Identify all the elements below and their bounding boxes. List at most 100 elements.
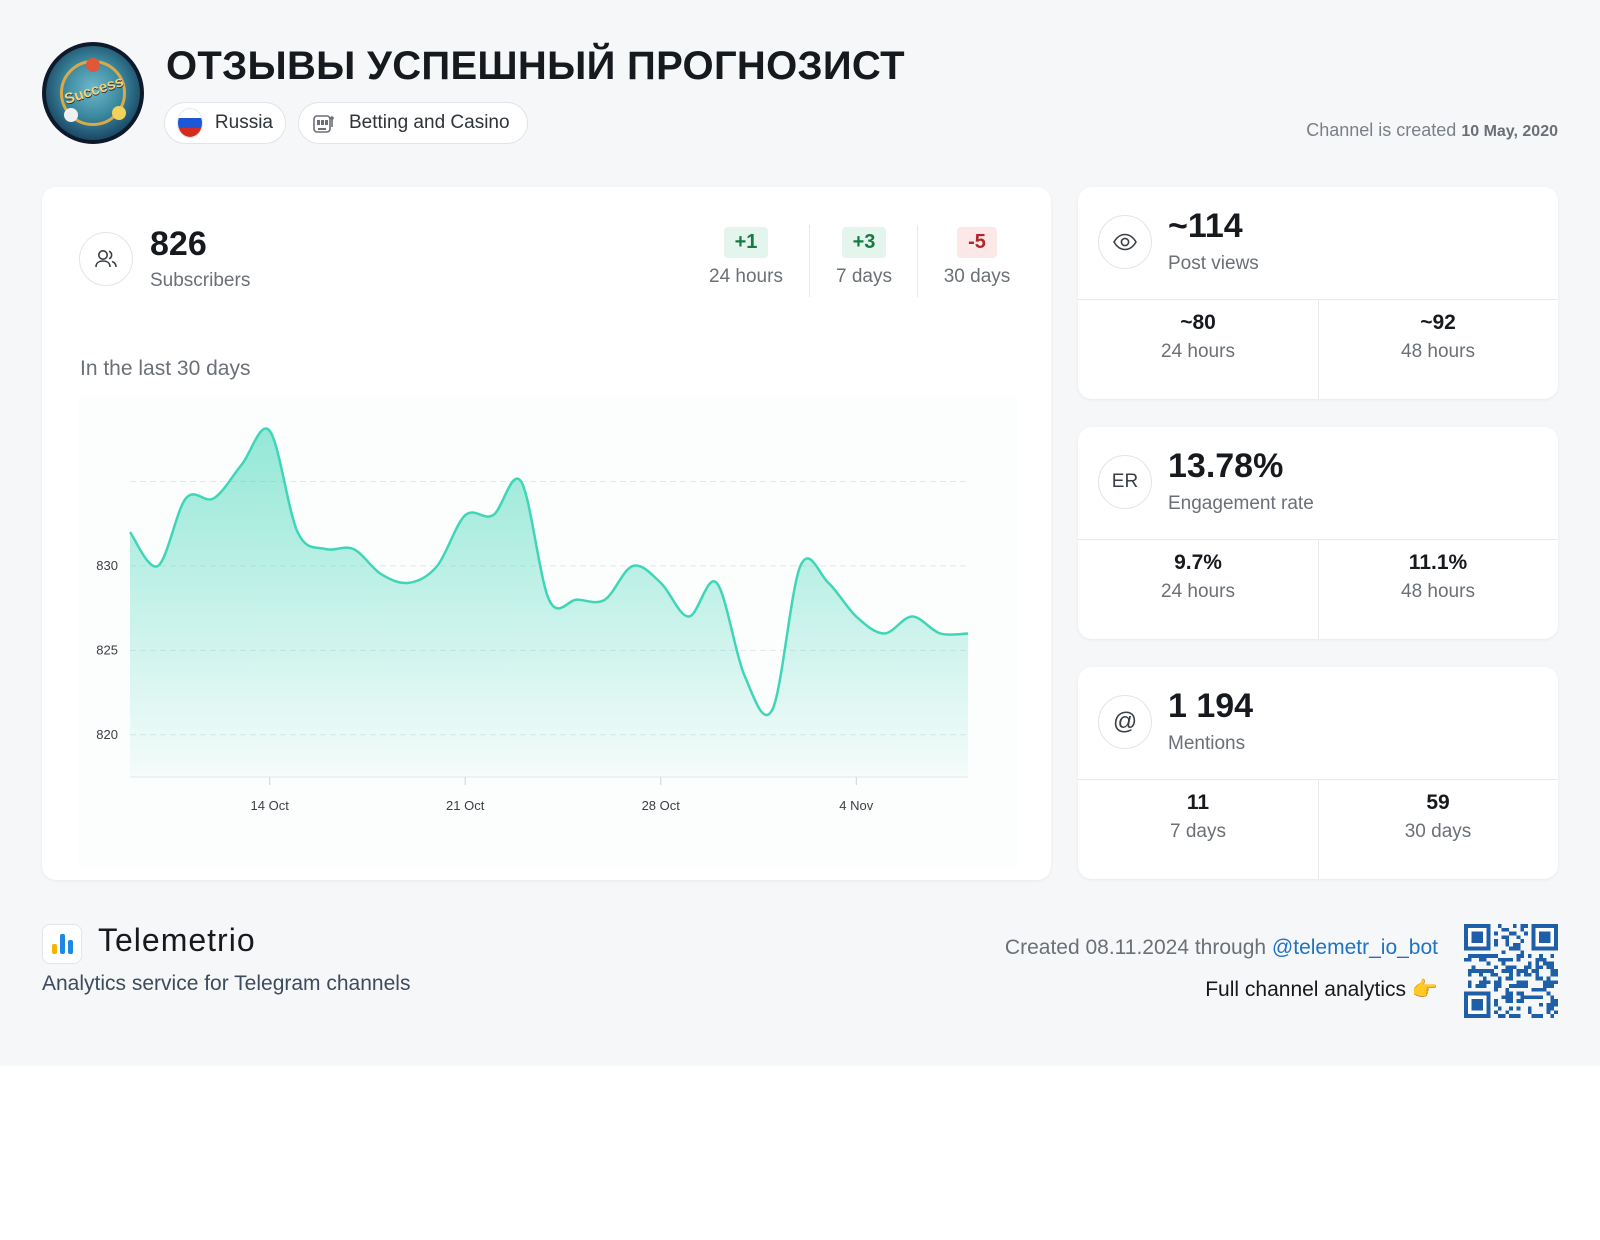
- qr-module: [1531, 995, 1536, 1000]
- mentions-value: 1 194: [1168, 687, 1254, 725]
- qr-module: [1479, 957, 1483, 962]
- qr-finder: [1471, 931, 1483, 943]
- qr-module: [1479, 980, 1483, 985]
- qr-module: [1516, 946, 1521, 951]
- engagement-value: 13.78%: [1168, 447, 1284, 485]
- qr-module: [1546, 1010, 1551, 1015]
- qr-module: [1505, 942, 1510, 947]
- qr-module: [1550, 1002, 1555, 1007]
- avatar-ball: [64, 108, 78, 122]
- qr-module: [1531, 1014, 1536, 1018]
- qr-module: [1527, 965, 1532, 970]
- delta-label: 24 hours: [709, 266, 783, 287]
- qr-module: [1531, 969, 1536, 973]
- engagement-card: ER 13.78% Engagement rate 9.7% 24 hours …: [1078, 427, 1558, 639]
- telemetrio-logo-icon: [42, 924, 82, 964]
- post-views-card: ~114 Post views ~80 24 hours ~92 48 hour…: [1078, 187, 1558, 399]
- qr-module: [1516, 972, 1521, 977]
- delta-label: 7 days: [836, 266, 892, 287]
- qr-module: [1520, 950, 1525, 955]
- qr-module: [1524, 931, 1528, 936]
- qr-module: [1479, 969, 1483, 973]
- qr-module: [1512, 984, 1517, 988]
- users-icon: [79, 232, 133, 286]
- qr-module: [1486, 954, 1491, 958]
- report-created: Created 08.11.2024 through @telemetr_io_…: [1005, 936, 1438, 960]
- qr-module: [1516, 980, 1521, 985]
- qr-module: [1546, 991, 1551, 996]
- qr-module: [1509, 965, 1513, 970]
- bot-link[interactable]: @telemetr_io_bot: [1272, 936, 1438, 959]
- qr-module: [1482, 976, 1487, 981]
- delta-badge: +3: [841, 227, 887, 258]
- delta-24h: +1 24 hours: [691, 227, 801, 288]
- qr-module: [1516, 969, 1521, 973]
- qr-module: [1535, 969, 1540, 973]
- qr-module: [1524, 969, 1528, 973]
- qr-module: [1539, 1002, 1543, 1007]
- qr-module: [1524, 972, 1528, 977]
- qr-module: [1524, 965, 1528, 970]
- qr-module: [1505, 995, 1510, 1000]
- qr-module: [1550, 961, 1555, 966]
- qr-module: [1527, 972, 1532, 977]
- qr-module: [1467, 969, 1472, 973]
- chart-title: In the last 30 days: [80, 357, 251, 380]
- qr-module: [1516, 954, 1521, 958]
- mentions-7d: 11 7 days: [1078, 791, 1318, 843]
- qr-module: [1486, 969, 1491, 973]
- qr-module: [1539, 965, 1543, 970]
- qr-module: [1482, 980, 1487, 985]
- qr-module: [1494, 984, 1498, 988]
- qr-module: [1527, 995, 1532, 1000]
- qr-module: [1497, 976, 1502, 981]
- qr-module: [1516, 999, 1521, 1003]
- channel-avatar: Success: [42, 42, 144, 144]
- qr-module: [1509, 969, 1513, 973]
- delta-30d: -5 30 days: [922, 227, 1032, 288]
- qr-module: [1535, 1014, 1540, 1018]
- qr-module: [1479, 972, 1483, 977]
- qr-module: [1520, 984, 1525, 988]
- qr-module: [1531, 987, 1536, 992]
- qr-module: [1554, 972, 1558, 977]
- qr-module: [1471, 954, 1476, 958]
- qr-module: [1467, 957, 1472, 962]
- y-tick-label: 820: [96, 727, 118, 742]
- qr-module: [1501, 969, 1506, 973]
- qr-module: [1546, 976, 1551, 981]
- qr-module: [1516, 1014, 1521, 1018]
- qr-module: [1486, 961, 1491, 966]
- qr-module: [1554, 980, 1558, 985]
- qr-module: [1494, 1010, 1498, 1015]
- country-chip[interactable]: Russia: [164, 102, 286, 144]
- avatar-ball: [112, 106, 126, 120]
- qr-module: [1509, 991, 1513, 996]
- qr-module: [1497, 980, 1502, 985]
- qr-module: [1509, 984, 1513, 988]
- qr-module: [1535, 961, 1540, 966]
- qr-module: [1546, 961, 1551, 966]
- qr-module: [1554, 1010, 1558, 1015]
- qr-module: [1542, 987, 1547, 992]
- qr-module: [1494, 980, 1498, 985]
- logo-bar: [59, 934, 65, 954]
- qr-module: [1550, 965, 1555, 970]
- avatar-ball: [86, 58, 100, 72]
- qr-module: [1546, 1006, 1551, 1011]
- qr-module: [1505, 935, 1510, 940]
- qr-module: [1490, 954, 1495, 958]
- qr-module: [1505, 999, 1510, 1003]
- category-chip[interactable]: Betting and Casino: [298, 102, 528, 144]
- qr-module: [1520, 995, 1525, 1000]
- x-tick-label: 21 Oct: [446, 798, 485, 813]
- qr-module: [1516, 935, 1521, 940]
- full-analytics-link[interactable]: Full channel analytics 👉: [1205, 978, 1438, 1002]
- qr-module: [1501, 995, 1506, 1000]
- mentions-30d: 59 30 days: [1318, 791, 1558, 843]
- qr-code[interactable]: [1464, 924, 1558, 1018]
- qr-module: [1509, 995, 1513, 1000]
- qr-module: [1527, 961, 1532, 966]
- qr-module: [1546, 984, 1551, 988]
- qr-module: [1501, 1014, 1506, 1018]
